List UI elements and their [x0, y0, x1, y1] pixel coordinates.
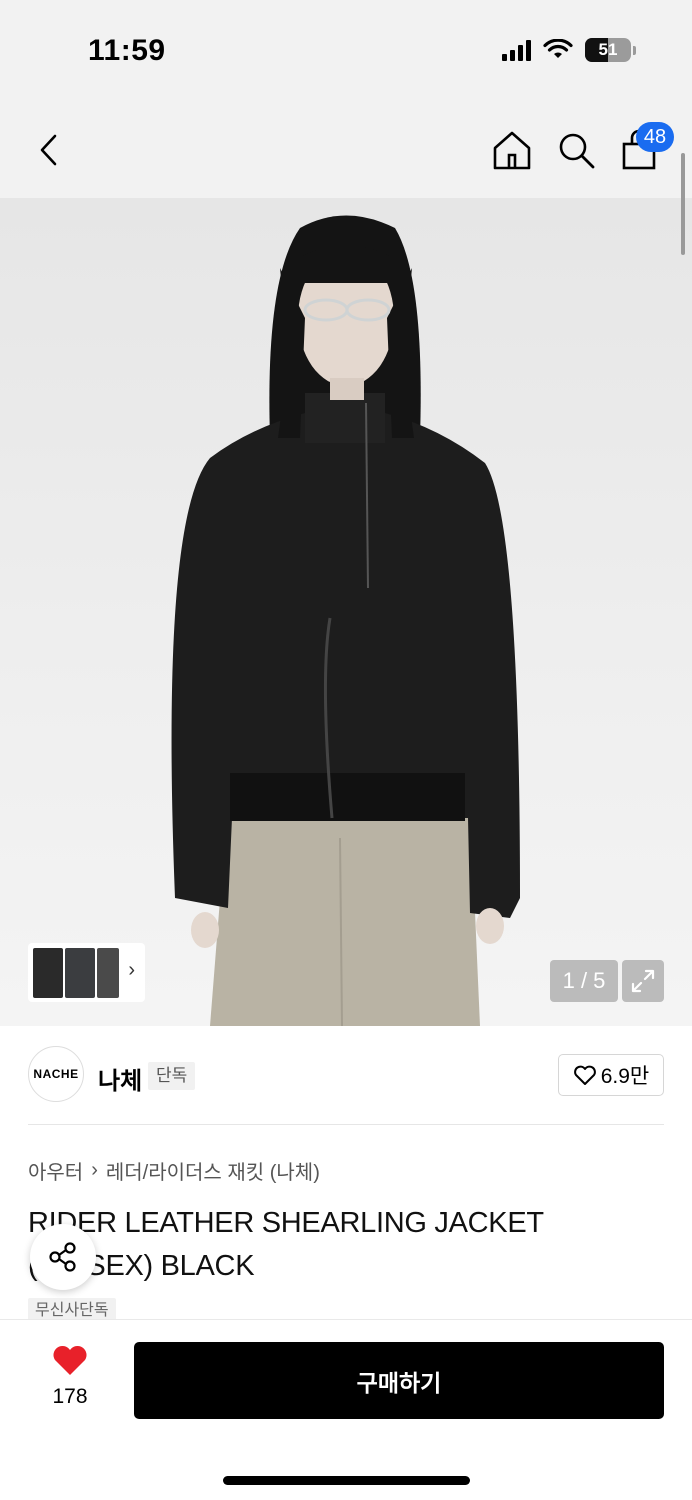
battery-level: 51	[598, 40, 618, 59]
back-icon	[40, 134, 57, 166]
thumbnail-strip[interactable]: ›	[28, 943, 145, 1002]
heart-icon[interactable]	[52, 1344, 88, 1376]
expand-button[interactable]	[622, 960, 664, 1002]
status-bar: 11:59 51	[0, 0, 692, 100]
thumbnail-1[interactable]	[33, 947, 63, 998]
share-button[interactable]	[30, 1224, 96, 1290]
cart-badge: 48	[636, 122, 674, 152]
heart-outline-icon	[573, 1065, 596, 1085]
share-icon	[49, 1242, 76, 1272]
buy-button[interactable]: 구매하기	[134, 1342, 664, 1419]
home-indicator	[223, 1476, 470, 1485]
breadcrumb: 아우터 › 레더/라이더스 재킷 (나체)	[28, 1156, 320, 1185]
home-button[interactable]	[492, 128, 532, 172]
back-button[interactable]	[30, 128, 70, 172]
status-icons: 51	[502, 38, 636, 62]
scroll-indicator[interactable]	[681, 153, 685, 255]
brand-like-button[interactable]: 6.9만	[558, 1054, 664, 1096]
battery-icon: 51	[585, 38, 631, 62]
wifi-icon	[543, 39, 573, 58]
search-icon	[559, 133, 595, 169]
product-title: RIDER LEATHER SHEARLING JACKET (UNISEX) …	[28, 1207, 544, 1282]
product-image[interactable]	[0, 198, 692, 1026]
chevron-right-icon: ›	[91, 1159, 98, 1181]
product-photo	[171, 215, 521, 1026]
signal-icon	[502, 39, 531, 61]
nav-bar	[0, 100, 692, 198]
search-button[interactable]	[556, 128, 596, 172]
expand-icon	[631, 969, 655, 993]
thumbnail-3[interactable]	[97, 947, 119, 998]
wish-count: 178	[52, 1385, 88, 1408]
gallery-counter: 1 / 5	[550, 960, 618, 1002]
breadcrumb-subcategory[interactable]: 레더/라이더스 재킷 (나체)	[106, 1156, 320, 1185]
breadcrumb-category[interactable]: 아우터	[28, 1156, 83, 1185]
thumbnail-2[interactable]	[65, 947, 95, 998]
brand-like-count: 6.9만	[600, 1065, 650, 1088]
status-time: 11:59	[88, 34, 166, 67]
exclusive-tag: 단독	[148, 1062, 196, 1090]
home-icon	[493, 131, 531, 170]
divider	[28, 1124, 664, 1125]
brand-logo[interactable]: NACHE	[28, 1046, 84, 1102]
brand-name[interactable]: 나체	[98, 1061, 142, 1096]
chevron-right-icon: ›	[128, 959, 135, 981]
